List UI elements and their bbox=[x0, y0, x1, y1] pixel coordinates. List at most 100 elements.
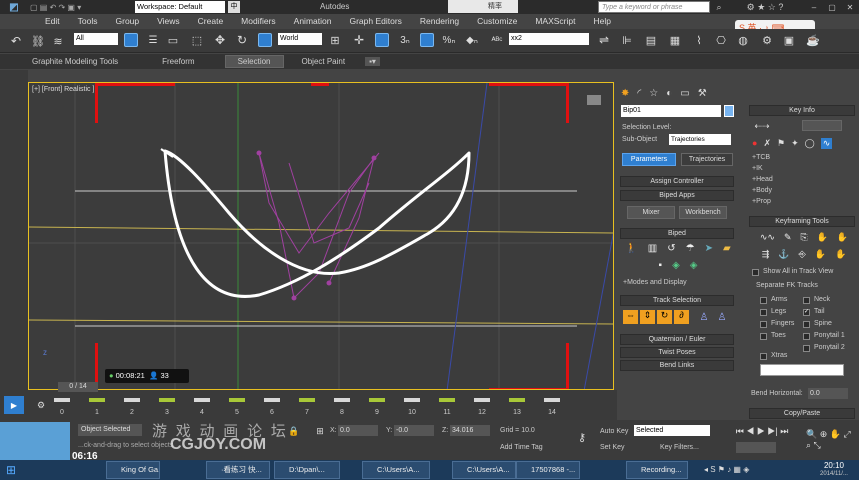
playback-controls[interactable]: ⏮ ◀ ▶ ▶| ⏭ bbox=[722, 424, 802, 438]
menu-customize[interactable]: Customize bbox=[468, 16, 526, 26]
rect-select-icon[interactable]: ▭ bbox=[166, 33, 180, 47]
biped-tools-icons[interactable]: 🚶 ▥ ↺ ☂ ➤ ▰ ▪ ◈ ◈ bbox=[625, 242, 731, 272]
body-vertical-icon[interactable]: ⇕ bbox=[640, 310, 655, 324]
assign-controller-rollout[interactable]: Assign Controller bbox=[620, 176, 734, 187]
object-name-field[interactable]: Bip01 bbox=[621, 105, 721, 117]
material-editor-icon[interactable]: ◍ bbox=[736, 33, 750, 47]
key-mode-dropdown[interactable]: Selected bbox=[634, 425, 710, 436]
fingers-checkbox[interactable] bbox=[760, 321, 767, 328]
reference-coord-dropdown[interactable]: World bbox=[278, 33, 322, 45]
spine-checkbox[interactable] bbox=[803, 321, 810, 328]
sub-object-dropdown[interactable]: Trajectories bbox=[669, 134, 731, 145]
track-selection-buttons[interactable]: ⇔ ⇕ ↻ ∂ bbox=[623, 310, 691, 324]
biped-apps-rollout[interactable]: Biped Apps bbox=[620, 190, 734, 201]
viewport-nav-controls[interactable]: 🔍 ⊕ ✋ ⤢ ⌕ ⤡ bbox=[806, 424, 856, 456]
biped-rollout[interactable]: Biped bbox=[620, 228, 734, 239]
copy-paste-rollout[interactable]: Copy/Paste bbox=[749, 408, 855, 419]
track-selection-rollout[interactable]: Track Selection bbox=[620, 295, 734, 306]
viewport-label[interactable]: [+] [Front] Realistic ] bbox=[32, 86, 94, 93]
minimize-icon[interactable]: – bbox=[805, 0, 823, 14]
percent-snap-icon[interactable]: %ₙ bbox=[442, 33, 456, 47]
key-info-prop[interactable]: +Prop bbox=[752, 198, 771, 205]
menu-group[interactable]: Group bbox=[107, 16, 149, 26]
timeline-key[interactable] bbox=[474, 398, 490, 402]
ime-indicator[interactable]: 中 bbox=[228, 1, 240, 13]
tab-object-paint[interactable]: Object Paint bbox=[290, 56, 358, 67]
mirror-icon[interactable]: ⇌ bbox=[597, 33, 611, 47]
timeline-key[interactable] bbox=[89, 398, 105, 402]
x-coordinate-field[interactable]: 0.0 bbox=[338, 425, 378, 436]
select-object-icon[interactable] bbox=[124, 33, 138, 47]
toes-checkbox[interactable] bbox=[760, 333, 767, 340]
tab-selection[interactable]: Selection bbox=[224, 55, 284, 68]
key-info-body[interactable]: +Body bbox=[752, 187, 772, 194]
ponytail1-checkbox[interactable] bbox=[803, 333, 810, 340]
lock-selection-icon[interactable]: 🔒 bbox=[288, 425, 300, 437]
key-info-icons[interactable]: ● ✗ ⚑ ✦ ◯ ∿ bbox=[752, 136, 858, 150]
menu-edit[interactable]: Edit bbox=[36, 16, 69, 26]
search-input[interactable]: Type a keyword or phrase bbox=[598, 1, 710, 13]
menu-graph-editors[interactable]: Graph Editors bbox=[340, 16, 410, 26]
task-users-2[interactable]: C:\Users\A... bbox=[452, 461, 516, 479]
menu-views[interactable]: Views bbox=[148, 16, 189, 26]
bend-links-rollout[interactable]: Bend Links bbox=[620, 360, 734, 371]
opposite-icon[interactable]: ♙ bbox=[715, 310, 729, 324]
app-logo-icon[interactable]: ◩ bbox=[3, 0, 25, 14]
twist-poses-rollout[interactable]: Twist Poses bbox=[620, 347, 734, 358]
timeline-key[interactable] bbox=[54, 398, 70, 402]
ribbon-toggle-icon[interactable]: ▦ bbox=[668, 33, 682, 47]
spinner-snap-icon[interactable]: ◆ₙ bbox=[465, 33, 479, 47]
tab-graphite-modeling[interactable]: Graphite Modeling Tools bbox=[20, 56, 130, 67]
timeline-key[interactable] bbox=[544, 398, 560, 402]
workbench-button[interactable]: Workbench bbox=[679, 206, 727, 219]
auto-key-button[interactable]: Auto Key bbox=[600, 428, 628, 435]
quaternion-euler-rollout[interactable]: Quaternion / Euler bbox=[620, 334, 734, 345]
trajectories-button[interactable]: Trajectories bbox=[681, 153, 733, 166]
angle-snap-icon[interactable] bbox=[420, 33, 434, 47]
tail-checkbox[interactable]: ✓ bbox=[803, 309, 810, 316]
named-selection-dropdown[interactable]: xx2 bbox=[509, 33, 589, 45]
key-nav-arrows-icon[interactable]: ⇠⇢ bbox=[752, 120, 772, 132]
maxscript-listener[interactable] bbox=[0, 422, 70, 460]
key-icon[interactable]: ⚷ bbox=[572, 430, 592, 444]
timeline-key[interactable] bbox=[509, 398, 525, 402]
select-manipulate-icon[interactable]: ✛ bbox=[352, 33, 366, 47]
ime-toolbar[interactable]: 精率 bbox=[448, 0, 518, 13]
xtras-dropdown[interactable] bbox=[760, 364, 844, 376]
quick-access-toolbar[interactable]: ▢ ▤ ↶ ↷ ▣ ▾ bbox=[30, 2, 130, 12]
tab-freeform[interactable]: Freeform bbox=[150, 56, 206, 67]
menu-tools[interactable]: Tools bbox=[69, 16, 107, 26]
body-horizontal-icon[interactable]: ⇔ bbox=[623, 310, 638, 324]
move-icon[interactable]: ✥ bbox=[213, 33, 227, 47]
clock[interactable]: 20:10 2014/11/... bbox=[814, 461, 854, 479]
play-controls-icon[interactable]: ▶ bbox=[4, 396, 24, 414]
symmetrical-icon[interactable]: ♙ bbox=[697, 310, 711, 324]
time-config-icon[interactable]: ⚙ bbox=[34, 398, 48, 412]
selection-filter-dropdown[interactable]: All bbox=[74, 33, 118, 45]
menu-create[interactable]: Create bbox=[189, 16, 233, 26]
timeline-key[interactable] bbox=[439, 398, 455, 402]
workspace-dropdown[interactable]: Workspace: Default bbox=[135, 1, 225, 13]
key-info-head[interactable]: +Head bbox=[752, 176, 773, 183]
ponytail2-checkbox[interactable] bbox=[803, 345, 810, 352]
help-icons[interactable]: ⚙ ★ ☆ ? bbox=[730, 1, 800, 13]
modes-display-rollout[interactable]: +Modes and Display bbox=[623, 279, 687, 286]
key-info-ik[interactable]: +IK bbox=[752, 165, 763, 172]
parameters-button[interactable]: Parameters bbox=[622, 153, 676, 166]
edit-named-sel-icon[interactable]: ᴬᴮᶜ bbox=[490, 33, 504, 47]
keyframing-tools-rollout[interactable]: Keyframing Tools bbox=[749, 216, 855, 227]
system-tray[interactable]: ◂ S ⚑ ♪ ▦ ◈ bbox=[700, 461, 810, 479]
pivot-icon[interactable]: ⊞ bbox=[328, 33, 342, 47]
scale-icon[interactable] bbox=[258, 33, 272, 47]
render-frame-icon[interactable]: ▣ bbox=[782, 33, 796, 47]
link-icon[interactable]: ⛓ bbox=[30, 33, 46, 49]
snap-icon[interactable]: 3ₙ bbox=[398, 33, 412, 47]
command-panel-tabs[interactable]: ✸ ◜ ☆ ◐ ▭ ⚒ bbox=[621, 86, 733, 100]
bend-horizontal-field[interactable]: 0.0 bbox=[808, 388, 848, 399]
neck-checkbox[interactable] bbox=[803, 297, 810, 304]
schematic-view-icon[interactable]: ⎔ bbox=[714, 33, 728, 47]
current-frame-field[interactable] bbox=[736, 442, 776, 453]
menu-maxscript[interactable]: MAXScript bbox=[526, 16, 584, 26]
y-coordinate-field[interactable]: -0.0 bbox=[394, 425, 434, 436]
key-info-rollout[interactable]: Key Info bbox=[749, 105, 855, 116]
